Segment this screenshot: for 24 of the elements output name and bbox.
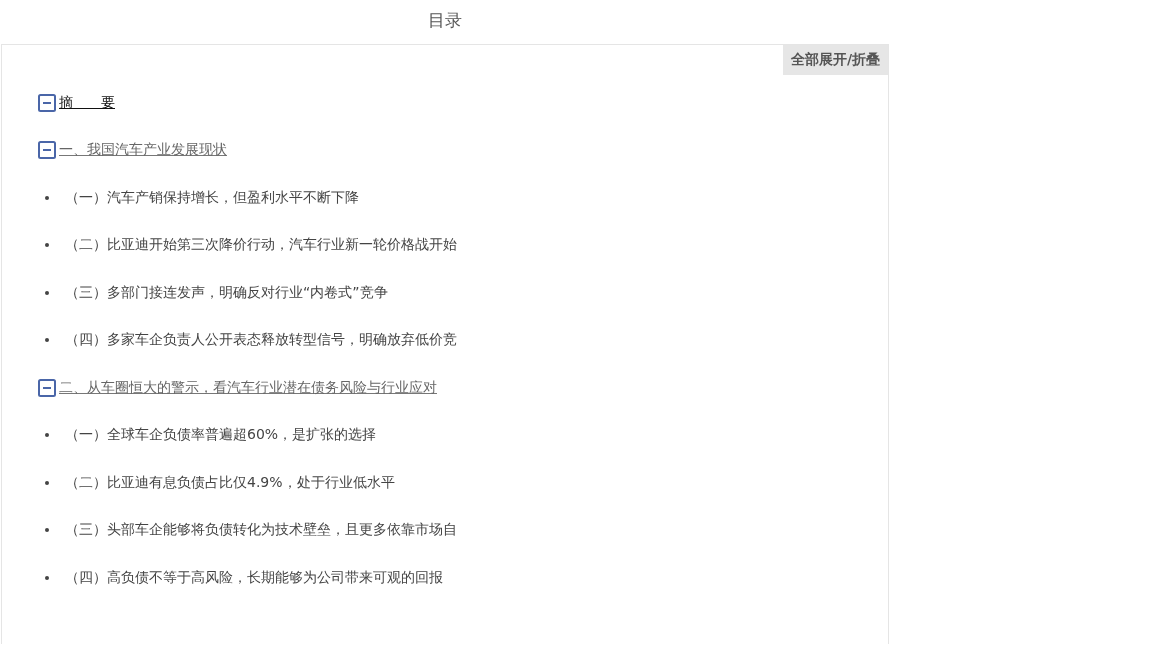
bullet-icon [45, 433, 49, 438]
toc-subsection-link[interactable]: （一）全球车企负债率普遍超60%，是扩张的选择 [65, 426, 377, 445]
toc-subsection-link[interactable]: （二）比亚迪有息负债占比仅4.9%，处于行业低水平 [65, 473, 395, 492]
toc-subsection-link[interactable]: （二）比亚迪开始第三次降价行动，汽车行业新一轮价格战开始 [65, 236, 457, 255]
collapse-icon[interactable] [38, 378, 56, 397]
toc-subsection-link[interactable]: （三）多部门接连发声，明确反对行业“内卷式”竞争 [65, 283, 388, 302]
bullet-icon [45, 575, 49, 580]
bullet-icon [45, 528, 49, 533]
collapse-icon[interactable] [38, 93, 56, 112]
bullet-icon [45, 480, 49, 485]
bullet-icon [45, 338, 49, 343]
bullet-icon [45, 290, 49, 295]
toc-subsection-link[interactable]: （一）汽车产销保持增长，但盈利水平不断下降 [65, 188, 359, 207]
bullet-icon [45, 195, 49, 200]
bullet-icon [45, 243, 49, 248]
expand-collapse-all-button[interactable]: 全部展开/折叠 [782, 45, 888, 75]
page-title: 目录 [427, 8, 462, 32]
toc-subsection-link[interactable]: （三）头部车企能够将负债转化为技术壁垒，且更多依靠市场自 [65, 521, 457, 540]
toc-section-link[interactable]: 二、从车圈恒大的警示，看汽车行业潜在债务风险与行业应对 [59, 378, 437, 397]
toc-subsection-link[interactable]: （四）高负债不等于高风险，长期能够为公司带来可观的回报 [65, 568, 443, 587]
toc-section-link[interactable]: 摘 要 [59, 93, 115, 112]
collapse-icon[interactable] [38, 141, 56, 160]
toc-subsection-link[interactable]: （四）多家车企负责人公开表态释放转型信号，明确放弃低价竞 [65, 331, 457, 350]
toc-section-link[interactable]: 一、我国汽车产业发展现状 [59, 141, 227, 160]
